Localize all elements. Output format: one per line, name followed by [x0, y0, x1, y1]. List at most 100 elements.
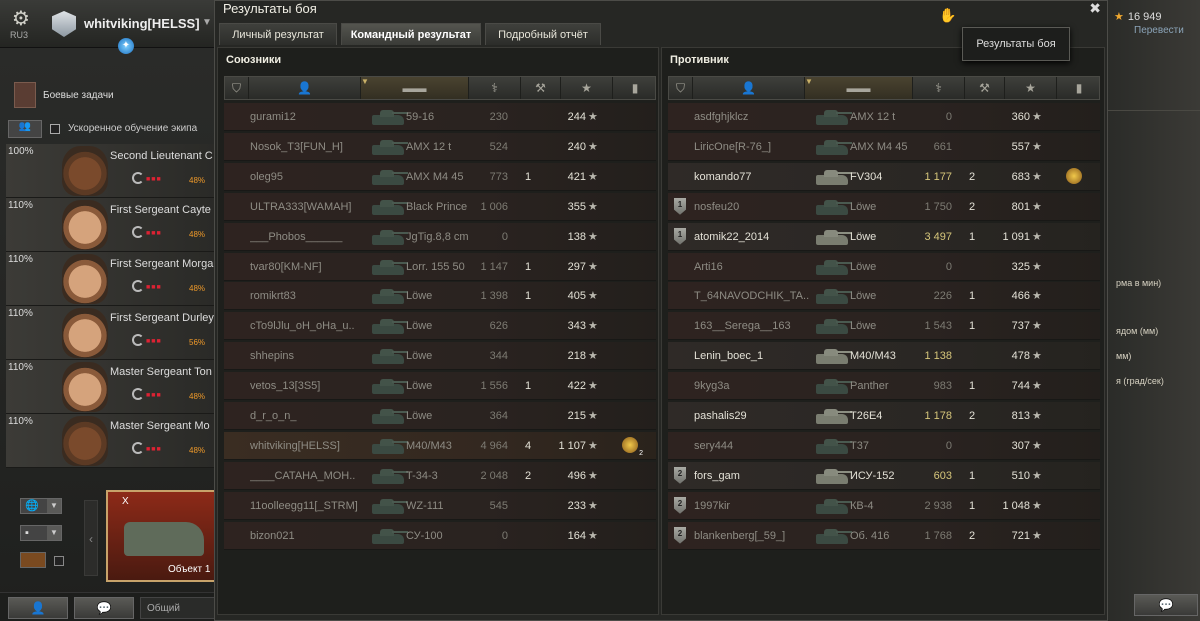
- medal-count: 2: [639, 449, 643, 457]
- table-row[interactable]: tvar80[KM-NF] Lorr. 155 50 1 147 1 297 ★: [224, 252, 656, 281]
- player-name[interactable]: whitviking[HELSS]: [84, 16, 200, 31]
- chat-button[interactable]: 💬: [74, 597, 134, 619]
- chevron-down-icon[interactable]: ▼: [202, 17, 212, 28]
- gear-icon[interactable]: ⚙: [10, 8, 32, 30]
- table-row[interactable]: ____CATAHA_MOH.. T-34-3 2 048 2 496 ★: [224, 461, 656, 490]
- tank-column-header[interactable]: ▼ ▬▬: [805, 77, 913, 99]
- damage-column-header[interactable]: ⚕: [469, 77, 521, 99]
- table-row[interactable]: bizon021 СУ-100 0 164 ★: [224, 521, 656, 550]
- kills-column-header[interactable]: ⚒: [965, 77, 1005, 99]
- player-name: komando77: [694, 170, 752, 183]
- table-row[interactable]: ULTRA333[WAMAH] Black Prince 1 006 355 ★: [224, 192, 656, 221]
- table-row[interactable]: 163__Serega__163 Löwe 1 543 1 737 ★: [668, 312, 1100, 341]
- tab-personal[interactable]: Личный результат: [219, 23, 337, 45]
- kills-value: [964, 432, 980, 460]
- star-icon: ★: [588, 439, 598, 452]
- table-row[interactable]: 1 nosfeu20 Löwe 1 750 2 801 ★: [668, 192, 1100, 221]
- tank-image: [124, 522, 204, 556]
- crew-member[interactable]: 110% First Sergeant Durley ■■■ 56%: [6, 306, 216, 360]
- xp-column-header[interactable]: ★: [1005, 77, 1057, 99]
- skill-icons: ■■■: [146, 284, 162, 291]
- chat-toggle-button[interactable]: 💬: [1134, 594, 1198, 616]
- tank-icon: [814, 316, 852, 336]
- crew-member[interactable]: 110% Master Sergeant Ton ■■■ 48%: [6, 360, 216, 414]
- medals-column-header[interactable]: ▮: [613, 77, 657, 99]
- table-row[interactable]: T_64NAVODCHIK_TA.. Löwe 226 1 466 ★: [668, 282, 1100, 311]
- squad-column-header[interactable]: ⛉: [225, 77, 249, 99]
- medal-icon[interactable]: 2: [622, 436, 643, 457]
- medal-icon[interactable]: [1066, 167, 1082, 184]
- tab-detailed[interactable]: Подробный отчёт: [485, 23, 601, 45]
- damage-column-header[interactable]: ⚕: [913, 77, 965, 99]
- star-icon: ★: [588, 290, 598, 303]
- medals-column-header[interactable]: ▮: [1057, 77, 1101, 99]
- table-row[interactable]: shhepins Löwe 344 218 ★: [224, 342, 656, 371]
- table-row[interactable]: LiricOne[R-76_] AMX M4 45 661 557 ★: [668, 132, 1100, 161]
- table-row[interactable]: pashalis29 T26E4 1 178 2 813 ★: [668, 402, 1100, 430]
- crew-member[interactable]: 100% Second Lieutenant C ■■■ 48%: [6, 144, 216, 198]
- player-name: 11oolleegg11[_STRM]: [250, 499, 358, 512]
- squad-column-header[interactable]: ⛉: [669, 77, 693, 99]
- globe-select[interactable]: 🌐 ▼: [20, 498, 62, 514]
- tank-icon: [814, 257, 852, 277]
- crew-member[interactable]: 110% Master Sergeant Mo ■■■ 48%: [6, 414, 216, 468]
- table-row[interactable]: d_r_o_n_ Löwe 364 215 ★: [224, 402, 656, 430]
- xp-column-header[interactable]: ★: [561, 77, 613, 99]
- table-row[interactable]: oleg95 AMX M4 45 773 1 421 ★: [224, 162, 656, 191]
- close-icon[interactable]: ✖: [1089, 0, 1101, 17]
- player-column-header[interactable]: 👤: [249, 77, 361, 99]
- crew-button[interactable]: 👥: [8, 120, 42, 138]
- tab-team[interactable]: Командный результат: [341, 23, 481, 45]
- tank-icon: [814, 286, 852, 306]
- service-icon[interactable]: ✦: [118, 38, 134, 54]
- filter-select[interactable]: ▪ ▼: [20, 525, 62, 541]
- table-row[interactable]: vetos_13[3S5] Löwe 1 556 1 422 ★: [224, 372, 656, 401]
- chat-channel-input[interactable]: Общий: [140, 597, 218, 619]
- table-row[interactable]: ___Phobos______ JgTig.8,8 cm 0 138 ★: [224, 222, 656, 251]
- table-row[interactable]: cTo9lJlu_oH_oHa_u.. Löwe 626 343 ★: [224, 312, 656, 341]
- missions-label: Боевые задачи: [43, 90, 114, 101]
- crew-name: First Sergeant Durley: [110, 312, 214, 324]
- player-column-header[interactable]: 👤: [693, 77, 805, 99]
- kills-column-header[interactable]: ⚒: [521, 77, 561, 99]
- table-row[interactable]: 9kyg3a Panther 983 1 744 ★: [668, 372, 1100, 401]
- damage-value: 2 938: [924, 499, 952, 512]
- contacts-button[interactable]: 👤: [8, 597, 68, 619]
- table-row[interactable]: Lenin_boec_1 M40/M43 1 138 478 ★: [668, 342, 1100, 371]
- player-name: bizon021: [250, 529, 295, 542]
- tank-card[interactable]: X Объект 1: [106, 490, 218, 582]
- tank-icon: [814, 227, 852, 247]
- missions-button[interactable]: Боевые задачи: [10, 82, 210, 110]
- damage-value: 773: [489, 170, 508, 183]
- table-row[interactable]: 1 atomik22_2014 Löwe 3 497 1 1 091 ★: [668, 222, 1100, 251]
- table-row[interactable]: 2 blankenberg[_59_] Об. 416 1 768 2 721 ★: [668, 521, 1100, 550]
- table-row[interactable]: romikrt83 Löwe 1 398 1 405 ★: [224, 282, 656, 311]
- table-row[interactable]: Arti16 Löwe 0 325 ★: [668, 252, 1100, 281]
- table-row[interactable]: asdfghjklcz AMX 12 t 0 360 ★: [668, 103, 1100, 131]
- skill-progress: 48%: [189, 230, 206, 239]
- table-row[interactable]: whitviking[HELSS] M40/M43 4 964 4 1 107 ★ 2: [224, 431, 656, 460]
- tank-icon: [814, 137, 852, 157]
- xp-value: 721: [1011, 529, 1030, 542]
- table-row[interactable]: komando77 FV304 1 177 2 683 ★: [668, 162, 1100, 191]
- xp-value: 355: [567, 200, 586, 213]
- table-row[interactable]: Nosok_T3[FUN_H] AMX 12 t 524 240 ★: [224, 132, 656, 161]
- table-row[interactable]: 11oolleegg11[_STRM] WZ-111 545 233 ★: [224, 491, 656, 520]
- carousel-left-arrow[interactable]: ‹: [84, 500, 98, 576]
- crew-member[interactable]: 110% First Sergeant Cayte ■■■ 48%: [6, 198, 216, 252]
- table-row[interactable]: 2 1997kir КВ-4 2 938 1 1 048 ★: [668, 491, 1100, 520]
- player-name: blankenberg[_59_]: [694, 529, 786, 542]
- window-title: Результаты боя: [223, 1, 317, 16]
- tooltip: Результаты боя: [962, 27, 1070, 61]
- gold-amount: 16 949: [1127, 11, 1162, 23]
- checkbox[interactable]: [54, 556, 64, 566]
- table-row[interactable]: 2 fors_gam ИСУ-152 603 1 510 ★: [668, 461, 1100, 490]
- table-row[interactable]: sery444 T37 0 307 ★: [668, 431, 1100, 460]
- ammo-icon[interactable]: [20, 552, 46, 568]
- table-row[interactable]: gurami12 59-16 230 244 ★: [224, 103, 656, 131]
- star-icon: ★: [588, 320, 598, 333]
- transfer-link[interactable]: Перевести: [1134, 25, 1184, 36]
- accelerated-training-checkbox[interactable]: [50, 124, 60, 134]
- tank-column-header[interactable]: ▼ ▬▬: [361, 77, 469, 99]
- crew-member[interactable]: 110% First Sergeant Morga ■■■ 48%: [6, 252, 216, 306]
